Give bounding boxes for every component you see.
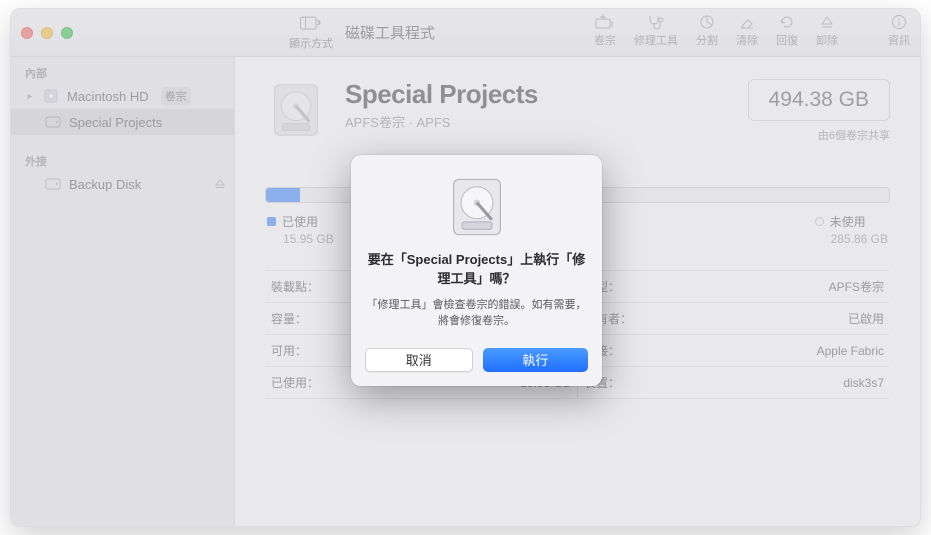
toolbar-partition-label: 分割 [696,32,718,48]
legend-used-dot [267,217,276,226]
run-button[interactable]: 執行 [483,348,589,372]
sidebar-section-external: 外接 [11,145,234,171]
volume-plus-icon [594,13,616,31]
volume-icon [45,176,61,192]
toolbar-info-label: 資訊 [888,32,910,48]
toolbar-firstaid-label: 修理工具 [634,32,678,48]
cancel-button[interactable]: 取消 [365,348,473,372]
sidebar-item-label: Macintosh HD [67,89,149,104]
dialog-title: 要在「Special Projects」上執行「修理工具」嗎？ [365,251,588,289]
usage-bar-used-segment [266,188,300,202]
legend-free-dot [815,217,824,226]
eject-icon [816,13,838,31]
minimize-window-button[interactable] [41,27,53,39]
sidebar-item-badge: 卷宗 [161,87,191,105]
toolbar-volume-label: 卷宗 [594,32,616,48]
window-controls [21,27,73,39]
eject-icon[interactable] [214,178,226,190]
toolbar-unmount-button[interactable]: 卸除 [816,13,838,48]
disclosure-triangle-icon[interactable]: ▸ [25,91,35,102]
first-aid-confirm-dialog: 要在「Special Projects」上執行「修理工具」嗎？ 「修理工具」會檢… [351,155,602,386]
zoom-window-button[interactable] [61,27,73,39]
sidebar: 內部 ▸ Macintosh HD 卷宗 Special Projects 外接… [11,57,235,526]
capacity-value: 494.38 GB [769,88,869,112]
sidebar-item-macintosh-hd[interactable]: ▸ Macintosh HD 卷宗 [11,83,234,109]
legend-free-label: 未使用 [830,213,866,230]
info-label: 已使用： [271,374,319,391]
disk-utility-window: 顯示方式 磁碟工具程式 卷宗 修理工具 分割 [10,8,921,527]
hard-drive-icon [265,79,327,141]
info-icon [888,13,910,31]
sidebar-item-backup-disk[interactable]: Backup Disk [11,171,234,197]
disk-icon [43,88,59,104]
capacity-shared-note: 由6個卷宗共享 [748,127,890,143]
toolbar-unmount-label: 卸除 [816,32,838,48]
toolbar-erase-label: 清除 [736,32,758,48]
toolbar-firstaid-button[interactable]: 修理工具 [634,13,678,48]
legend-used-label: 已使用 [282,213,318,230]
stethoscope-icon [645,13,667,31]
sidebar-section-internal: 內部 [11,57,234,83]
eraser-icon [736,13,758,31]
volume-subtype: APFS卷宗 · APFS [345,112,730,131]
restore-icon [776,13,798,31]
info-value: disk3s7 [843,376,884,390]
toolbar-restore-button[interactable]: 回復 [776,13,798,48]
sidebar-item-label: Special Projects [69,115,162,130]
volume-icon [45,114,61,130]
legend-used-value: 15.95 GB [283,232,334,246]
sidebar-item-special-projects[interactable]: Special Projects [11,109,234,135]
titlebar: 顯示方式 磁碟工具程式 卷宗 修理工具 分割 [11,9,920,57]
info-value: 已啟用 [848,310,884,327]
dialog-body: 「修理工具」會檢查卷宗的錯誤。如有需要，將會修復卷宗。 [365,297,588,330]
info-value: APFS卷宗 [829,278,884,295]
info-label: 容量： [271,310,307,327]
legend-free-value: 285.86 GB [831,232,888,246]
view-mode-label: 顯示方式 [289,35,333,51]
view-mode-button[interactable]: 顯示方式 [289,15,333,51]
capacity-box: 494.38 GB [748,79,890,121]
hard-drive-icon [443,173,511,241]
sidebar-icon [300,15,322,33]
close-window-button[interactable] [21,27,33,39]
app-title: 磁碟工具程式 [345,22,435,43]
info-label: 裝載點： [271,278,319,295]
toolbar-volume-button[interactable]: 卷宗 [594,13,616,48]
sidebar-item-label: Backup Disk [69,177,141,192]
volume-name: Special Projects [345,79,730,110]
info-label: 可用： [271,342,307,359]
info-value: Apple Fabric [817,344,884,358]
pie-icon [696,13,718,31]
toolbar-partition-button[interactable]: 分割 [696,13,718,48]
toolbar-info-button[interactable]: 資訊 [888,13,910,48]
volume-header: Special Projects APFS卷宗 · APFS 494.38 GB… [265,79,890,143]
toolbar-restore-label: 回復 [776,32,798,48]
toolbar-erase-button[interactable]: 清除 [736,13,758,48]
